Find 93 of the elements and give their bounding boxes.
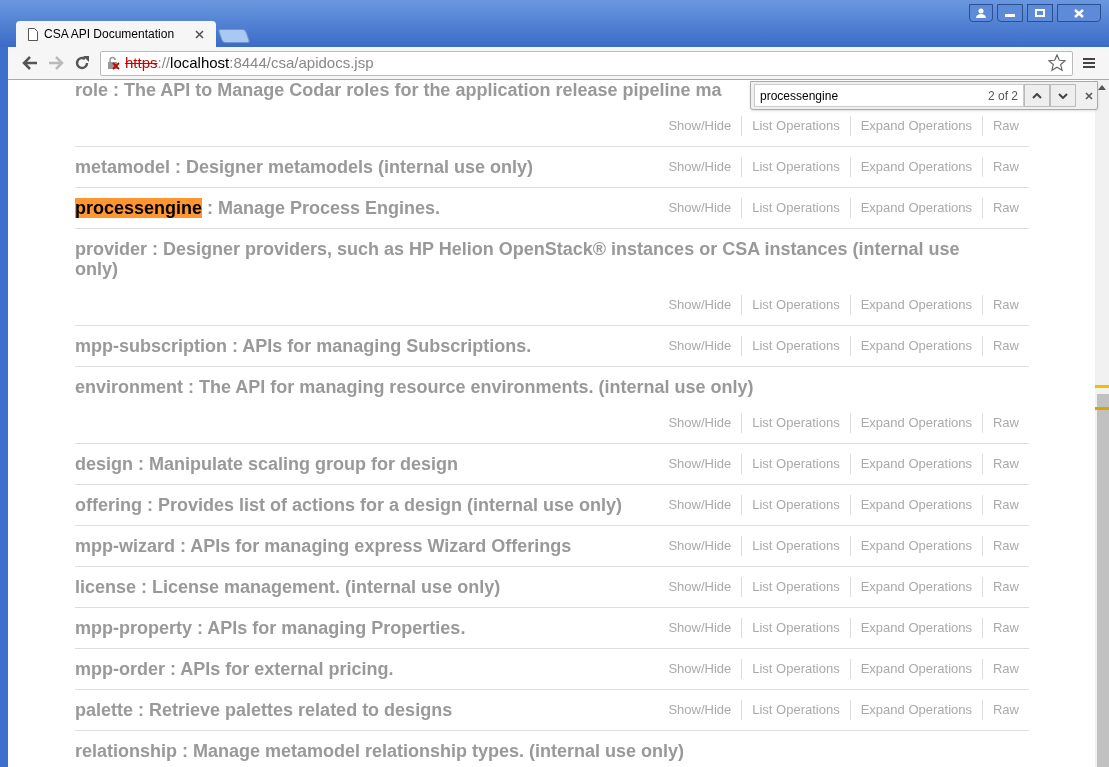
- action-link[interactable]: Show/Hide: [658, 536, 742, 556]
- action-link[interactable]: Expand Operations: [849, 495, 982, 515]
- action-link[interactable]: Expand Operations: [849, 336, 982, 356]
- action-link[interactable]: Raw: [982, 198, 1029, 218]
- resource-heading[interactable]: mpp-property : APIs for managing Properties.: [75, 618, 466, 638]
- broken-lock-icon: [107, 56, 121, 70]
- previous-match-button[interactable]: [1024, 84, 1050, 107]
- action-link[interactable]: List Operations: [741, 157, 850, 177]
- action-link[interactable]: Show/Hide: [658, 413, 742, 433]
- profile-button[interactable]: [969, 4, 993, 22]
- action-link[interactable]: Show/Hide: [658, 454, 742, 474]
- find-field[interactable]: processengine 2 of 2: [754, 84, 1024, 107]
- action-link[interactable]: List Operations: [741, 495, 850, 515]
- page-icon: [28, 27, 38, 41]
- action-link[interactable]: Expand Operations: [849, 116, 982, 136]
- action-link[interactable]: List Operations: [741, 536, 850, 556]
- resource-heading[interactable]: metamodel : Designer metamodels (internal use only): [75, 157, 534, 177]
- action-link[interactable]: Raw: [982, 659, 1029, 679]
- action-link[interactable]: Raw: [982, 495, 1029, 515]
- action-link[interactable]: Show/Hide: [658, 618, 742, 638]
- action-link[interactable]: Show/Hide: [658, 295, 742, 315]
- close-icon[interactable]: [1085, 91, 1093, 100]
- action-link[interactable]: List Operations: [741, 295, 850, 315]
- url-text: https://localhost:8444/csa/apidocs.jsp: [125, 52, 374, 73]
- resource-heading[interactable]: provider : Designer providers, such as HP Helion OpenStack® instances or CSA instances (internal use only): [75, 239, 1000, 279]
- resource-heading[interactable]: offering : Provides list of actions for a design (internal use only): [75, 495, 623, 515]
- chevron-up-icon: [1032, 92, 1042, 99]
- resource-heading[interactable]: design : Manipulate scaling group for design: [75, 454, 459, 474]
- action-link[interactable]: Show/Hide: [658, 700, 742, 720]
- action-link[interactable]: Expand Operations: [849, 198, 982, 218]
- action-link[interactable]: List Operations: [741, 116, 850, 136]
- menu-icon[interactable]: [1083, 57, 1095, 69]
- new-tab-button[interactable]: [217, 29, 251, 43]
- action-link[interactable]: Expand Operations: [849, 157, 982, 177]
- action-link[interactable]: Expand Operations: [849, 295, 982, 315]
- action-link[interactable]: Raw: [982, 700, 1029, 720]
- resource-heading[interactable]: role : The API to Manage Codar roles for the application release pipeline ma: [75, 80, 722, 100]
- resource-heading[interactable]: relationship : Manage metamodel relationship types. (internal use only): [75, 741, 685, 761]
- browser-tab[interactable]: CSA API Documentation: [16, 21, 216, 47]
- action-link[interactable]: Show/Hide: [658, 116, 742, 136]
- close-icon: [1074, 8, 1084, 18]
- action-link[interactable]: Raw: [982, 536, 1029, 556]
- action-link[interactable]: Expand Operations: [849, 577, 982, 597]
- action-link[interactable]: Show/Hide: [658, 157, 742, 177]
- action-link[interactable]: Raw: [982, 157, 1029, 177]
- chevron-down-icon: [1058, 92, 1068, 99]
- reload-icon[interactable]: [74, 55, 90, 71]
- close-button[interactable]: [1057, 4, 1101, 22]
- action-link[interactable]: List Operations: [741, 618, 850, 638]
- resource-heading[interactable]: mpp-order : APIs for external pricing.: [75, 659, 394, 679]
- action-link[interactable]: Raw: [982, 618, 1029, 638]
- action-link[interactable]: List Operations: [741, 454, 850, 474]
- resource-heading[interactable]: mpp-subscription : APIs for managing Subscriptions.: [75, 336, 532, 356]
- action-link[interactable]: Show/Hide: [658, 577, 742, 597]
- scroll-up-icon[interactable]: [1098, 84, 1106, 90]
- address-bar[interactable]: https://localhost:8444/csa/apidocs.jsp: [100, 50, 1073, 76]
- action-link[interactable]: Show/Hide: [658, 495, 742, 515]
- action-link[interactable]: Show/Hide: [658, 198, 742, 218]
- action-link[interactable]: List Operations: [741, 659, 850, 679]
- action-link[interactable]: Raw: [982, 454, 1029, 474]
- action-link[interactable]: List Operations: [741, 700, 850, 720]
- action-link[interactable]: List Operations: [741, 198, 850, 218]
- resource-heading[interactable]: palette : Retrieve palettes related to designs: [75, 700, 453, 720]
- match-count: 2 of 2: [987, 87, 1018, 105]
- action-link[interactable]: Expand Operations: [849, 618, 982, 638]
- action-link[interactable]: Show/Hide: [658, 659, 742, 679]
- action-link[interactable]: Expand Operations: [849, 659, 982, 679]
- resource-heading[interactable]: processengine : Manage Process Engines.: [75, 198, 441, 218]
- action-link[interactable]: Expand Operations: [849, 413, 982, 433]
- resource-heading[interactable]: environment : The API for managing resource environments. (internal use only): [75, 377, 754, 397]
- action-link[interactable]: Show/Hide: [658, 336, 742, 356]
- back-icon[interactable]: [22, 56, 38, 70]
- scrollbar[interactable]: [1095, 80, 1109, 767]
- star-icon[interactable]: [1048, 54, 1066, 72]
- action-link[interactable]: List Operations: [741, 336, 850, 356]
- action-link[interactable]: Raw: [982, 336, 1029, 356]
- action-link[interactable]: Raw: [982, 295, 1029, 315]
- action-link[interactable]: List Operations: [741, 413, 850, 433]
- person-icon: [976, 8, 986, 18]
- maximize-button[interactable]: [1027, 4, 1053, 22]
- resource-heading[interactable]: license : License management. (internal use only): [75, 577, 501, 597]
- close-icon[interactable]: [195, 29, 204, 39]
- action-link[interactable]: Raw: [982, 413, 1029, 433]
- action-link[interactable]: Expand Operations: [849, 454, 982, 474]
- minimize-button[interactable]: [997, 4, 1023, 22]
- resource-heading[interactable]: mpp-wizard : APIs for managing express Wizard Offerings: [75, 536, 572, 556]
- action-link[interactable]: Expand Operations: [849, 700, 982, 720]
- action-link[interactable]: Raw: [982, 577, 1029, 597]
- action-link[interactable]: List Operations: [741, 577, 850, 597]
- next-match-button[interactable]: [1050, 84, 1076, 107]
- tab-title: CSA API Documentation: [44, 26, 176, 43]
- action-link[interactable]: Raw: [982, 116, 1029, 136]
- action-link[interactable]: Expand Operations: [849, 536, 982, 556]
